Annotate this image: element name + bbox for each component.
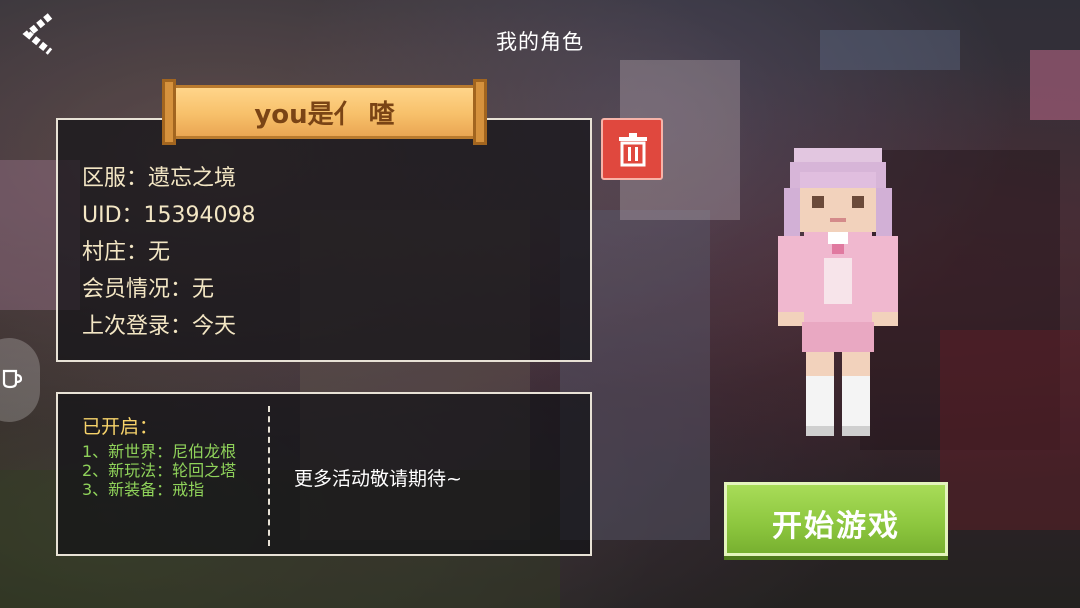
character-skin [778,148,898,436]
event-item: 3、新装备：戒指 [82,480,205,499]
more-events-text: 更多活动敬请期待~ [294,468,462,490]
events-list: 1、新世界：尼伯龙根 2、新玩法：轮回之塔 3、新装备：戒指 [82,442,236,499]
delete-character-button[interactable] [601,118,663,180]
profile-info-panel: 区服：遗忘之境 UID：15394098 村庄：无 会员情况：无 上次登录：今天 [56,118,592,362]
nickname-banner: you是亻 喳 [162,79,487,145]
trash-icon [619,133,647,167]
start-game-button[interactable]: 开始游戏 [724,482,948,556]
character-avatar[interactable] [776,148,900,440]
nickname: you是亻 喳 [254,100,395,130]
server-line: 区服：遗忘之境 [82,166,237,191]
page-title: 我的角色 [496,30,584,54]
last-login-line: 上次登录：今天 [82,314,237,339]
membership-line: 会员情况：无 [82,277,215,302]
events-open-title: 已开启： [82,416,159,438]
dashed-divider [268,406,270,546]
uid-line: UID：15394098 [82,203,256,228]
event-item: 1、新世界：尼伯龙根 [82,442,237,461]
event-item: 2、新玩法：轮回之塔 [82,461,237,480]
start-game-label: 开始游戏 [772,509,900,544]
cup-icon [2,369,22,389]
village-line: 村庄：无 [82,240,171,265]
events-panel: 已开启： 1、新世界：尼伯龙根 2、新玩法：轮回之塔 3、新装备：戒指 更多活动… [56,392,592,556]
